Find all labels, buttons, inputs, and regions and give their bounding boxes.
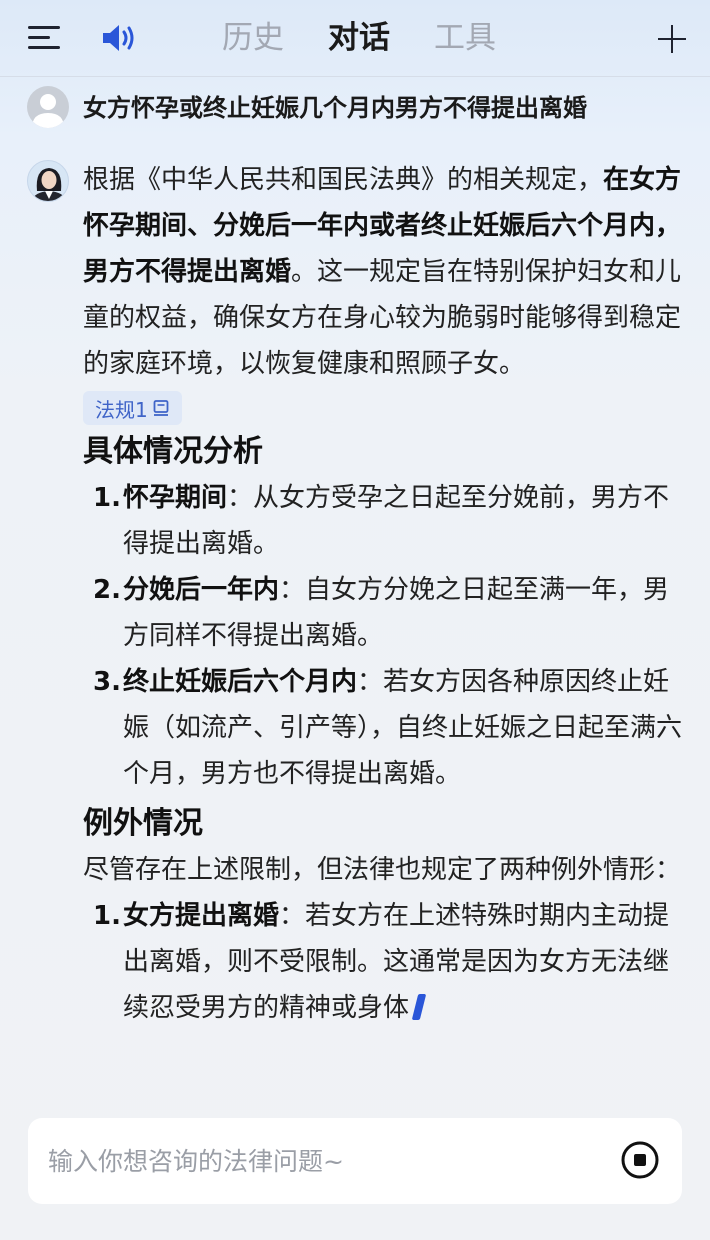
tab-chat[interactable]: 对话	[306, 14, 412, 62]
header-divider	[0, 76, 710, 77]
list-number: 1.	[93, 901, 121, 931]
list-term: 终止妊娠后六个月内	[123, 667, 358, 697]
tab-tools[interactable]: 工具	[412, 14, 518, 62]
stop-icon[interactable]	[620, 1140, 660, 1180]
list-number: 2.	[93, 575, 121, 605]
plus-icon[interactable]	[658, 25, 686, 53]
assistant-portrait-icon	[31, 168, 67, 201]
answer-intro: 根据《中华人民共和国民法典》的相关规定，在女方怀孕期间、分娩后一年内或者终止妊娠…	[83, 157, 683, 387]
speaker-icon[interactable]	[100, 22, 136, 54]
assistant-avatar	[27, 160, 69, 202]
list-number: 1.	[93, 483, 121, 513]
list-item: 2. 分娩后一年内：自女方分娩之日起至满一年，男方同样不得提出离婚。	[83, 567, 683, 659]
exceptions-list: 1. 女方提出离婚：若女方在上述特殊时期内主动提出离婚，则不受限制。这通常是因为女…	[83, 893, 683, 1031]
citation-chip[interactable]: 法规1	[83, 391, 182, 425]
list-item: 1. 女方提出离婚：若女方在上述特殊时期内主动提出离婚，则不受限制。这通常是因为女…	[83, 893, 683, 1031]
exceptions-intro: 尽管存在上述限制，但法律也规定了两种例外情形：	[83, 855, 682, 885]
menu-icon[interactable]	[28, 24, 62, 52]
citation-label: 法规1	[95, 397, 148, 422]
user-silhouette-icon	[32, 94, 64, 128]
user-avatar	[27, 86, 69, 128]
user-question: 女方怀孕或终止妊娠几个月内男方不得提出离婚	[83, 94, 587, 122]
tab-history[interactable]: 历史	[200, 14, 306, 62]
section-heading-analysis: 具体情况分析	[83, 434, 263, 469]
list-term: 分娩后一年内	[123, 575, 280, 605]
section-heading-exceptions: 例外情况	[83, 806, 203, 841]
book-icon	[153, 400, 169, 416]
list-item: 3. 终止妊娠后六个月内：若女方因各种原因终止妊娠（如流产、引产等），自终止妊娠之…	[83, 659, 683, 797]
analysis-list: 1. 怀孕期间：从女方受孕之日起至分娩前，男方不得提出离婚。 2. 分娩后一年内：自…	[83, 475, 683, 797]
list-item: 1. 怀孕期间：从女方受孕之日起至分娩前，男方不得提出离婚。	[83, 475, 683, 567]
question-input[interactable]	[48, 1136, 608, 1186]
tab-bar: 历史 对话 工具	[200, 14, 518, 62]
typing-cursor	[411, 994, 427, 1020]
intro-text-start: 根据《中华人民共和国民法典》的相关规定，	[83, 165, 604, 195]
chat-input-box	[28, 1118, 682, 1204]
assistant-answer: 根据《中华人民共和国民法典》的相关规定，在女方怀孕期间、分娩后一年内或者终止妊娠…	[83, 157, 683, 1031]
list-term: 怀孕期间	[123, 483, 228, 513]
top-bar: 历史 对话 工具	[0, 0, 710, 76]
list-number: 3.	[93, 667, 121, 697]
list-term: 女方提出离婚	[123, 901, 280, 931]
